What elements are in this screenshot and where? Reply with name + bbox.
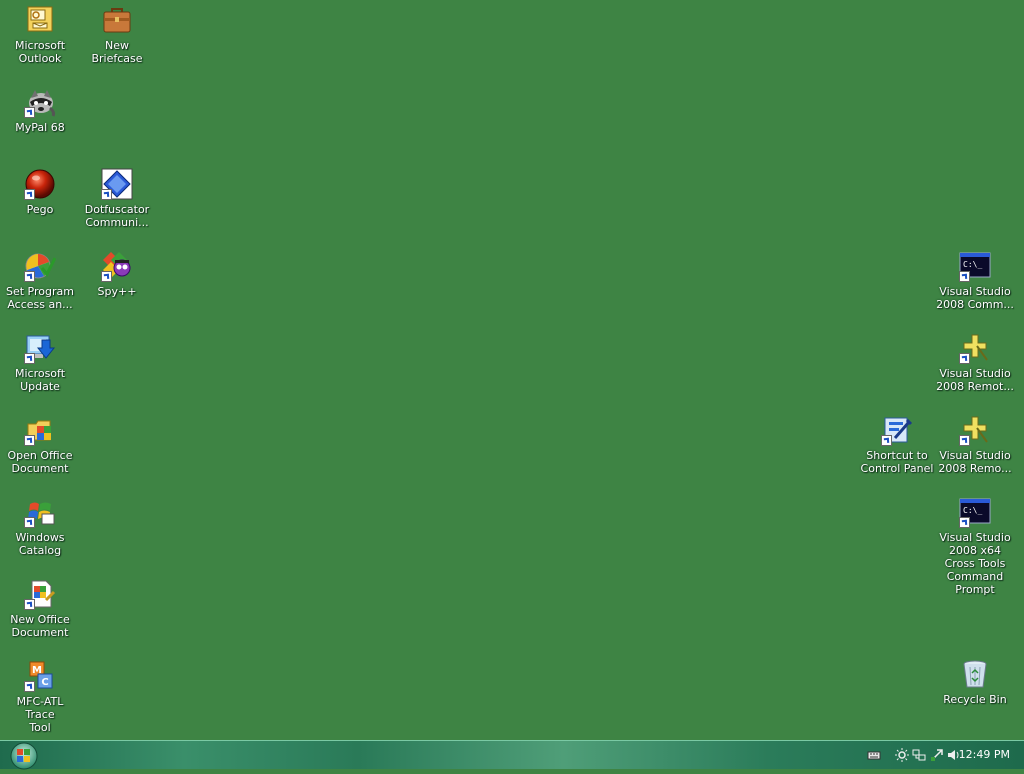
desktop-icon-new-office-document[interactable]: New Office Document	[1, 578, 79, 639]
arrow-icon[interactable]	[930, 748, 944, 762]
icon-label: Spy++	[97, 285, 137, 298]
taskbar: 12:49 PM	[0, 740, 1024, 770]
shortcut-arrow-icon	[24, 107, 35, 118]
shortcut-arrow-icon	[24, 599, 35, 610]
icon-label: Set Program Access an...	[6, 285, 74, 311]
shortcut-arrow-icon	[959, 435, 970, 446]
keyboard-icon[interactable]	[867, 748, 881, 762]
desktop-icon-vs2008-x64-cross-tools[interactable]: C:\_ Visual Studio 2008 x64 Cross Tools …	[936, 496, 1014, 596]
set-program-access-icon	[24, 250, 56, 282]
icon-label: Visual Studio 2008 x64 Cross Tools Comma…	[939, 531, 1011, 596]
network-icon[interactable]	[912, 748, 926, 762]
command-prompt-icon: C:\_	[959, 496, 991, 528]
pego-icon	[24, 168, 56, 200]
desktop-icon-control-panel-shortcut[interactable]: Shortcut to Control Panel	[858, 414, 936, 475]
icon-label: Visual Studio 2008 Remo...	[938, 449, 1012, 475]
desktop-icon-new-briefcase[interactable]: New Briefcase	[78, 4, 156, 65]
desktop-icon-set-program-access[interactable]: Set Program Access an...	[1, 250, 79, 311]
windows-catalog-icon	[24, 496, 56, 528]
mfc-atl-trace-icon: M C	[24, 660, 56, 692]
spy-plus-plus-icon	[101, 250, 133, 282]
icon-label: Recycle Bin	[943, 693, 1007, 706]
desktop-icon-vs2008-command-prompt[interactable]: C:\_ Visual Studio 2008 Comm...	[936, 250, 1014, 311]
shortcut-arrow-icon	[24, 517, 35, 528]
icon-label: Visual Studio 2008 Remot...	[936, 367, 1014, 393]
svg-text:C: C	[41, 677, 48, 688]
desktop-icon-dotfuscator[interactable]: Dotfuscator Communi...	[78, 168, 156, 229]
command-prompt-icon: C:\_	[959, 250, 991, 282]
icon-label: MFC-ATL Trace Tool	[16, 695, 64, 734]
shortcut-arrow-icon	[24, 353, 35, 364]
open-office-document-icon	[24, 414, 56, 446]
icon-label: Shortcut to Control Panel	[860, 449, 934, 475]
sun-icon[interactable]	[895, 748, 909, 762]
shortcut-arrow-icon	[24, 189, 35, 200]
icon-label: Windows Catalog	[15, 531, 65, 557]
icon-label: Dotfuscator Communi...	[84, 203, 150, 229]
icon-label: Microsoft Update	[14, 367, 66, 393]
desktop-icon-pego[interactable]: Pego	[1, 168, 79, 216]
remote-debugger-icon	[959, 414, 991, 446]
briefcase-icon	[101, 4, 133, 36]
taskbar-clock[interactable]: 12:49 PM	[959, 748, 1010, 761]
shortcut-arrow-icon	[24, 271, 35, 282]
system-tray: 12:49 PM	[844, 741, 1024, 769]
desktop-icon-mfc-atl-trace-tool[interactable]: M C MFC-ATL Trace Tool	[1, 660, 79, 734]
recycle-bin-icon	[959, 658, 991, 690]
desktop-icon-recycle-bin[interactable]: Recycle Bin	[936, 658, 1014, 706]
microsoft-update-icon	[24, 332, 56, 364]
shortcut-arrow-icon	[101, 271, 112, 282]
icon-label: Open Office Document	[7, 449, 73, 475]
svg-text:C:\_: C:\_	[963, 260, 982, 269]
shortcut-arrow-icon	[959, 517, 970, 528]
desktop-icon-open-office-document[interactable]: Open Office Document	[1, 414, 79, 475]
icon-label: MyPal 68	[15, 121, 65, 134]
mypal-raccoon-icon	[24, 86, 56, 118]
icon-label: Visual Studio 2008 Comm...	[936, 285, 1014, 311]
remote-debugger-icon	[959, 332, 991, 364]
shortcut-arrow-icon	[959, 271, 970, 282]
windows-start-orb-icon	[10, 742, 38, 770]
shortcut-arrow-icon	[101, 189, 112, 200]
icon-label: Pego	[26, 203, 54, 216]
shortcut-arrow-icon	[24, 435, 35, 446]
desktop-icon-mypal[interactable]: MyPal 68	[1, 86, 79, 134]
desktop-icon-vs2008-remote-debugger-2[interactable]: Visual Studio 2008 Remo...	[936, 414, 1014, 475]
desktop-icon-microsoft-outlook[interactable]: Microsoft Outlook	[1, 4, 79, 65]
outlook-icon	[24, 4, 56, 36]
desktop-icon-spy-plus-plus[interactable]: Spy++	[78, 250, 156, 298]
shortcut-arrow-icon	[959, 353, 970, 364]
new-office-document-icon	[24, 578, 56, 610]
desktop-icon-vs2008-remote-debugger[interactable]: Visual Studio 2008 Remot...	[936, 332, 1014, 393]
shortcut-arrow-icon	[24, 681, 35, 692]
shortcut-arrow-icon	[881, 435, 892, 446]
icon-label: New Office Document	[10, 613, 70, 639]
desktop-icon-microsoft-update[interactable]: Microsoft Update	[1, 332, 79, 393]
icon-label: New Briefcase	[91, 39, 143, 65]
svg-text:C:\_: C:\_	[963, 506, 982, 515]
start-button[interactable]	[9, 742, 39, 770]
desktop-icon-windows-catalog[interactable]: Windows Catalog	[1, 496, 79, 557]
control-panel-icon	[881, 414, 913, 446]
desktop: Microsoft Outlook MyPal 68 Pego Set Prog…	[0, 0, 1024, 740]
icon-label: Microsoft Outlook	[14, 39, 66, 65]
dotfuscator-icon	[101, 168, 133, 200]
